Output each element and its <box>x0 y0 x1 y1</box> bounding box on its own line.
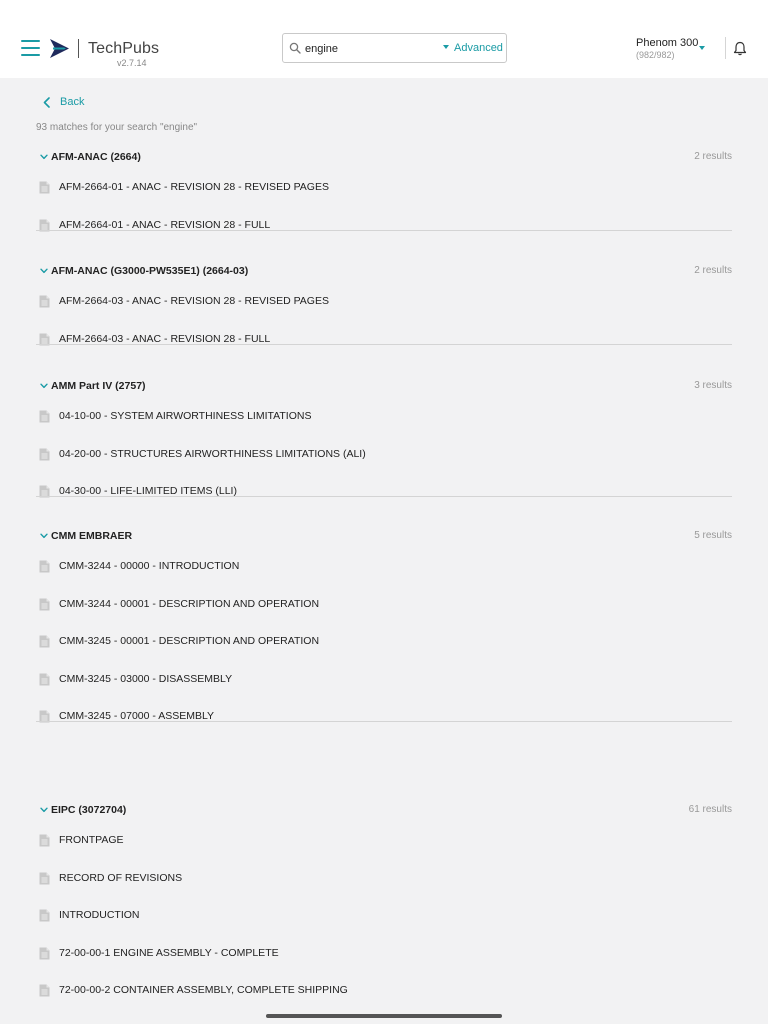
chevron-down-icon <box>40 533 48 539</box>
logo-mark-icon <box>50 39 69 58</box>
search-icon <box>289 42 301 54</box>
chevron-down-icon <box>40 383 48 389</box>
document-icon <box>39 834 50 847</box>
document-icon <box>39 909 50 922</box>
result-item-label: CMM-3244 - 00000 - INTRODUCTION <box>59 560 240 572</box>
result-item[interactable]: 72-00-00-2 CONTAINER ASSEMBLY, COMPLETE … <box>36 983 732 999</box>
result-item[interactable]: 04-10-00 - SYSTEM AIRWORTHINESS LIMITATI… <box>36 409 732 425</box>
document-icon <box>39 560 50 573</box>
result-group-header[interactable]: CMM EMBRAER 5 results <box>36 530 732 544</box>
result-item-label: AFM-2664-01 - ANAC - REVISION 28 - REVIS… <box>59 181 329 193</box>
document-icon <box>39 448 50 461</box>
result-item-label: 04-10-00 - SYSTEM AIRWORTHINESS LIMITATI… <box>59 410 312 422</box>
result-item-label: CMM-3245 - 03000 - DISASSEMBLY <box>59 673 233 685</box>
back-label: Back <box>60 96 85 108</box>
result-item[interactable]: 72-00-00-1 ENGINE ASSEMBLY - COMPLETE <box>36 946 732 962</box>
result-group-title: EIPC (3072704) <box>51 804 127 816</box>
document-icon <box>39 410 50 423</box>
document-icon <box>39 984 50 997</box>
result-item[interactable]: CMM-3244 - 00001 - DESCRIPTION AND OPERA… <box>36 597 732 613</box>
result-item-label: 04-20-00 - STRUCTURES AIRWORTHINESS LIMI… <box>59 448 366 460</box>
aircraft-selector[interactable]: Phenom 300 (982/982) <box>636 37 698 60</box>
header-divider <box>725 37 726 59</box>
result-item[interactable]: INTRODUCTION <box>36 908 732 924</box>
result-group-count: 2 results <box>694 151 732 162</box>
result-item[interactable]: AFM-2664-01 - ANAC - REVISION 28 - REVIS… <box>36 180 732 196</box>
result-item-label: CMM-3244 - 00001 - DESCRIPTION AND OPERA… <box>59 598 320 610</box>
app-name: TechPubs <box>88 40 160 57</box>
result-item[interactable]: CMM-3245 - 07000 - ASSEMBLY <box>36 709 732 725</box>
group-divider <box>36 230 732 231</box>
result-item[interactable]: CMM-3245 - 03000 - DISASSEMBLY <box>36 672 732 688</box>
result-group-header[interactable]: EIPC (3072704) 61 results <box>36 804 732 818</box>
advanced-label: Advanced <box>454 42 503 54</box>
group-divider <box>36 344 732 345</box>
result-item-label: 72-00-00-2 CONTAINER ASSEMBLY, COMPLETE … <box>59 984 348 996</box>
chevron-down-icon <box>40 268 48 274</box>
search-match-info: 93 matches for your search "engine" <box>36 122 198 133</box>
aircraft-name: Phenom 300 <box>636 37 699 49</box>
result-group-title: AFM-ANAC (G3000-PW535E1) (2664-03) <box>51 265 249 277</box>
chevron-down-icon <box>40 154 48 160</box>
document-icon <box>39 872 50 885</box>
result-item[interactable]: RECORD OF REVISIONS <box>36 871 732 887</box>
result-group-header[interactable]: AMM Part IV (2757) 3 results <box>36 380 732 394</box>
menu-icon[interactable] <box>21 40 40 56</box>
back-button[interactable]: Back <box>43 96 84 108</box>
result-group-title: AMM Part IV (2757) <box>51 380 146 392</box>
search-box: Advanced <box>282 33 507 63</box>
result-group-count: 5 results <box>694 530 732 541</box>
document-icon <box>39 181 50 194</box>
result-group-title: CMM EMBRAER <box>51 530 133 542</box>
group-divider <box>36 496 732 497</box>
document-icon <box>39 947 50 960</box>
group-divider <box>36 721 732 722</box>
home-indicator <box>266 1014 502 1018</box>
result-group-count: 3 results <box>694 380 732 391</box>
result-item[interactable]: AFM-2664-03 - ANAC - REVISION 28 - REVIS… <box>36 294 732 310</box>
logo-divider <box>78 39 79 58</box>
dropdown-caret-icon <box>443 45 449 49</box>
aircraft-count: (982/982) <box>636 50 675 60</box>
app-version: v2.7.14 <box>117 58 147 68</box>
chevron-down-icon <box>40 807 48 813</box>
chevron-left-icon <box>43 96 50 108</box>
result-item[interactable]: 04-30-00 - LIFE-LIMITED ITEMS (LLI) <box>36 484 732 500</box>
result-item[interactable]: AFM-2664-03 - ANAC - REVISION 28 - FULL <box>36 332 732 348</box>
result-group-header[interactable]: AFM-ANAC (G3000-PW535E1) (2664-03) 2 resu… <box>36 265 732 279</box>
result-item-label: CMM-3245 - 00001 - DESCRIPTION AND OPERA… <box>59 635 320 647</box>
result-item[interactable]: FRONTPAGE <box>36 833 732 849</box>
document-icon <box>39 635 50 648</box>
result-item-label: FRONTPAGE <box>59 834 124 846</box>
result-group-count: 2 results <box>694 265 732 276</box>
result-group-header[interactable]: AFM-ANAC (2664) 2 results <box>36 151 732 165</box>
result-group-title: AFM-ANAC (2664) <box>51 151 141 163</box>
advanced-search-button[interactable]: Advanced <box>443 42 503 54</box>
search-input[interactable] <box>305 40 435 58</box>
document-icon <box>39 295 50 308</box>
result-item[interactable]: AFM-2664-01 - ANAC - REVISION 28 - FULL <box>36 218 732 234</box>
result-item-label: RECORD OF REVISIONS <box>59 872 183 884</box>
bell-icon[interactable] <box>733 41 747 56</box>
document-icon <box>39 598 50 611</box>
document-icon <box>39 673 50 686</box>
result-item[interactable]: CMM-3245 - 00001 - DESCRIPTION AND OPERA… <box>36 634 732 650</box>
app-header: TechPubs v2.7.14 Advanced Phenom 300 (98… <box>0 0 768 78</box>
result-item-label: 72-00-00-1 ENGINE ASSEMBLY - COMPLETE <box>59 947 279 959</box>
chevron-down-icon[interactable] <box>699 46 705 50</box>
result-item[interactable]: 04-20-00 - STRUCTURES AIRWORTHINESS LIMI… <box>36 447 732 463</box>
result-item-label: INTRODUCTION <box>59 909 140 921</box>
result-item[interactable]: CMM-3244 - 00000 - INTRODUCTION <box>36 559 732 575</box>
result-group-count: 61 results <box>688 804 732 815</box>
result-item-label: AFM-2664-03 - ANAC - REVISION 28 - REVIS… <box>59 295 329 307</box>
